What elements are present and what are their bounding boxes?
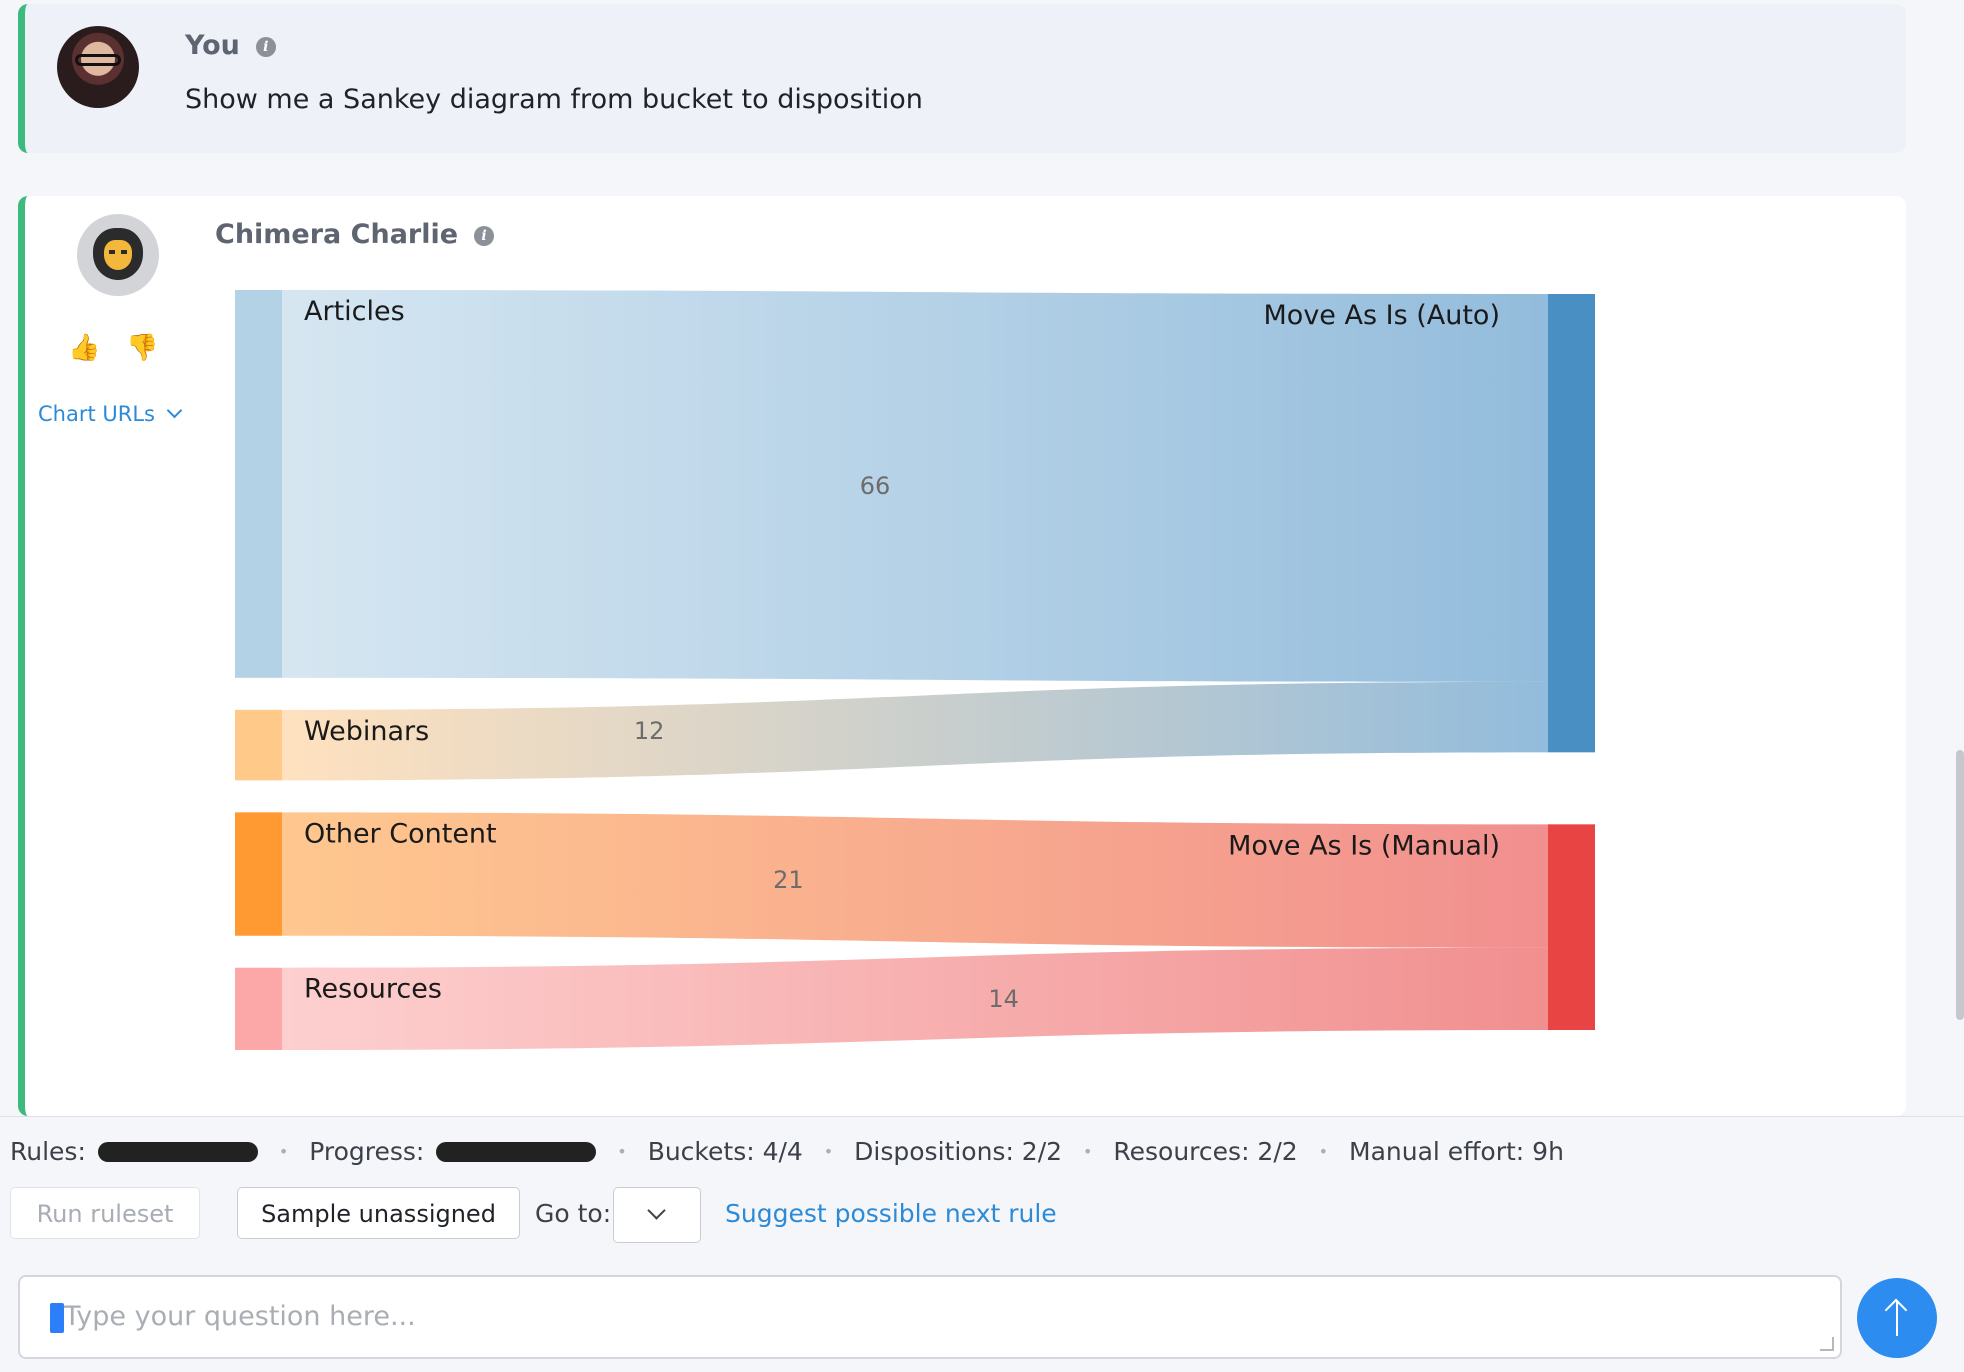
progress-redacted	[436, 1142, 597, 1162]
node-label: Move As Is (Manual)	[1228, 830, 1500, 861]
node-label: Webinars	[304, 716, 429, 747]
manual-effort-status: Manual effort: 9h	[1349, 1137, 1564, 1166]
goto-label: Go to:	[535, 1199, 612, 1228]
node-label: Other Content	[304, 818, 497, 849]
sankey-link-resources	[282, 947, 1548, 1050]
sankey-link-articles	[282, 290, 1548, 682]
status-line: Rules: • Progress: • Buckets: 4/4 • Disp…	[10, 1137, 1564, 1166]
rules-redacted	[97, 1142, 258, 1162]
scrollbar[interactable]	[1956, 750, 1964, 1020]
resources-status: Resources: 2/2	[1113, 1137, 1298, 1166]
text-cursor	[50, 1303, 64, 1333]
dispositions-status: Dispositions: 2/2	[854, 1137, 1063, 1166]
buckets-status: Buckets: 4/4	[647, 1137, 803, 1166]
rules-label: Rules:	[10, 1137, 86, 1166]
sankey-node-other-content	[235, 812, 282, 936]
sankey-node-articles	[235, 290, 282, 678]
question-input[interactable]: Type your question here...	[18, 1275, 1842, 1359]
progress-label: Progress:	[309, 1137, 425, 1166]
node-label: Resources	[304, 974, 442, 1005]
sankey-node-move-as-is-auto	[1548, 294, 1595, 753]
sankey-node-move-as-is-manual	[1548, 824, 1595, 1030]
send-button[interactable]	[1857, 1278, 1937, 1358]
sankey-link-webinars	[282, 681, 1548, 781]
link-value: 12	[634, 717, 665, 745]
node-label: Articles	[304, 296, 405, 327]
link-value: 21	[773, 866, 804, 894]
suggest-next-rule-link[interactable]: Suggest possible next rule	[725, 1199, 1057, 1228]
sankey-chart: 66 12 21 14 Articles Webinars Other Content Res…	[235, 290, 1595, 1050]
goto-select[interactable]	[613, 1187, 701, 1243]
chevron-down-icon	[647, 1201, 666, 1220]
question-placeholder: Type your question here...	[64, 1301, 416, 1332]
sample-unassigned-button[interactable]: Sample unassigned	[237, 1187, 520, 1239]
link-value: 66	[860, 472, 891, 500]
sankey-links	[282, 290, 1548, 1050]
resize-handle-icon[interactable]	[1820, 1337, 1834, 1351]
sankey-node-resources	[235, 967, 282, 1050]
run-ruleset-button[interactable]: Run ruleset	[10, 1187, 200, 1239]
status-bar: Rules: • Progress: • Buckets: 4/4 • Disp…	[0, 1116, 1964, 1255]
node-label: Move As Is (Auto)	[1264, 300, 1500, 331]
sankey-node-webinars	[235, 709, 282, 781]
link-value: 14	[988, 985, 1019, 1013]
